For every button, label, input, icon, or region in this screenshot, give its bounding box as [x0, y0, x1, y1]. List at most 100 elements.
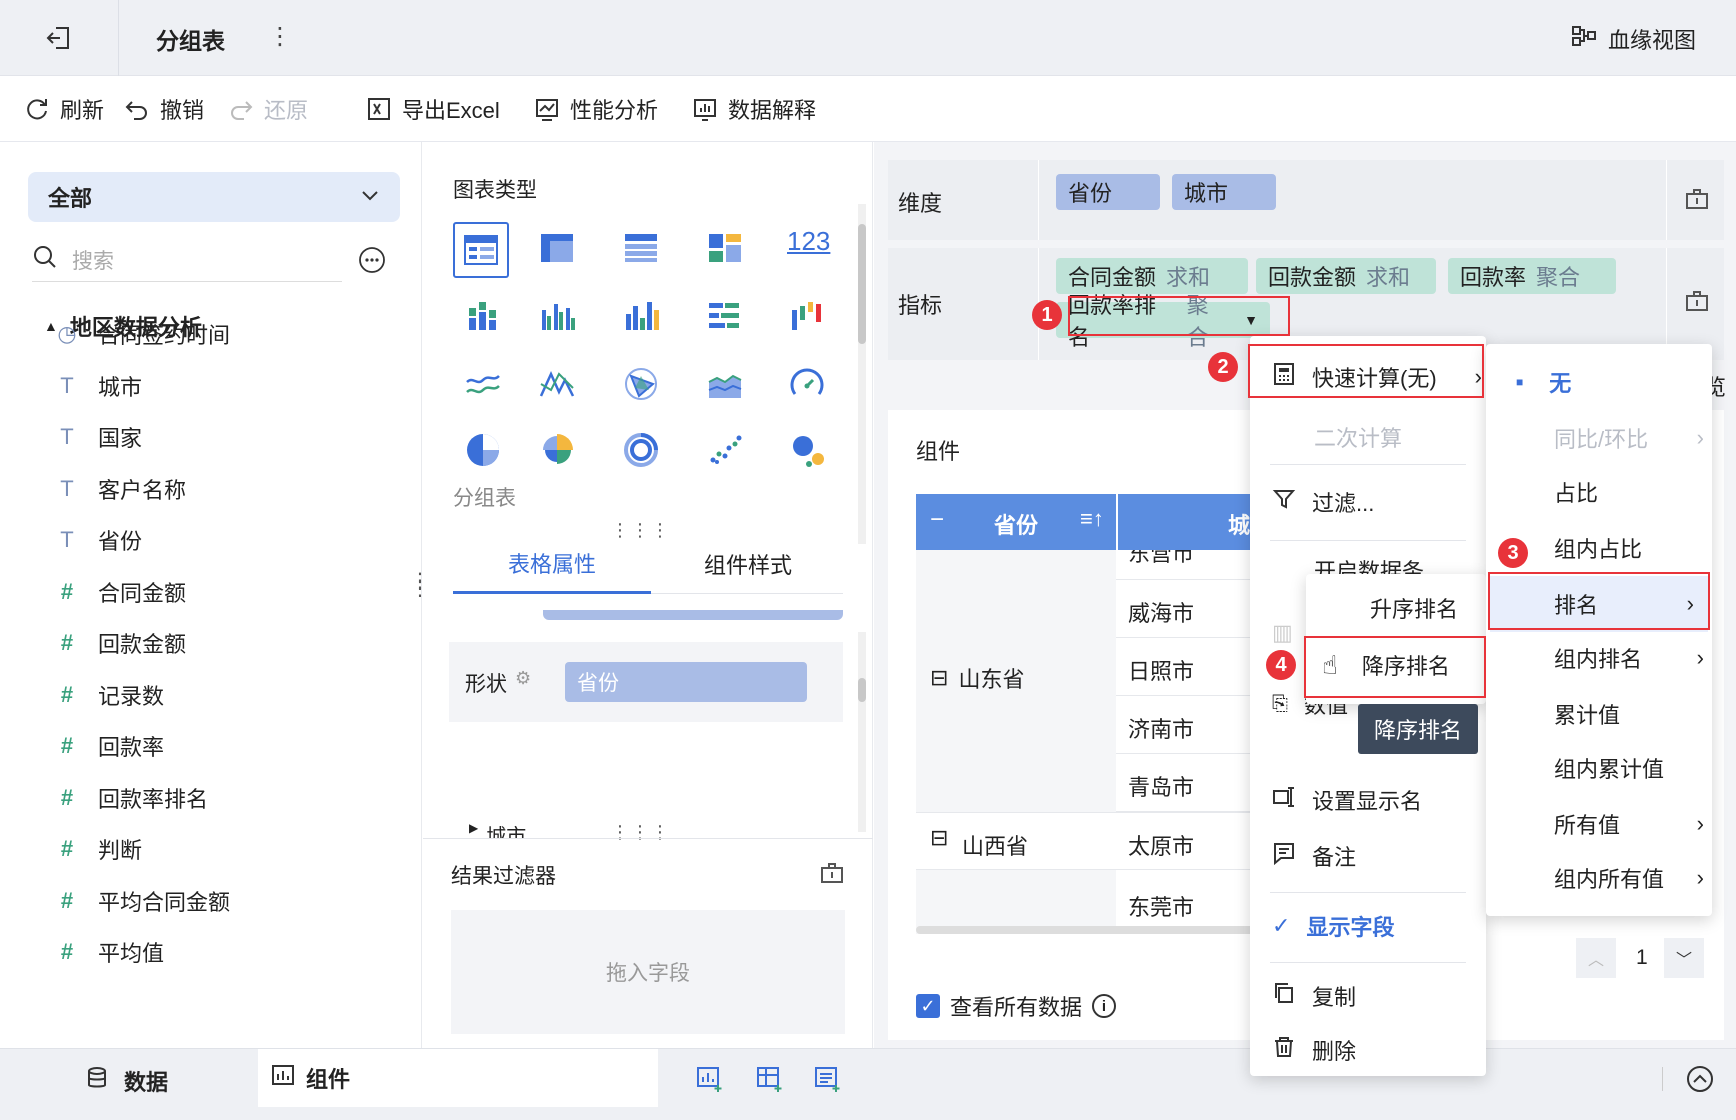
- line-type-icon[interactable]: [463, 364, 507, 408]
- field-item[interactable]: # 回款率: [54, 726, 164, 766]
- scatter-type-icon[interactable]: [705, 430, 749, 474]
- menu-group-cumulative[interactable]: 组内累计值: [1554, 748, 1664, 788]
- ring-type-icon[interactable]: [621, 430, 665, 474]
- field-item[interactable]: # 回款金额: [54, 623, 186, 663]
- view-all-checkbox[interactable]: ✓ 查看所有数据 i: [916, 990, 1117, 1022]
- grouped-column-type-icon[interactable]: [537, 296, 581, 340]
- multi-line-type-icon[interactable]: [537, 364, 581, 408]
- city-node[interactable]: ▶ 城市: [469, 818, 526, 838]
- collapse-icon[interactable]: ⊟: [930, 665, 948, 691]
- data-bar-icon: ▥: [1272, 620, 1293, 645]
- field-item[interactable]: # 平均值: [54, 932, 164, 972]
- exit-icon[interactable]: [44, 22, 76, 54]
- undo-button[interactable]: 撤销: [124, 76, 204, 142]
- crosstab-type-icon[interactable]: [537, 228, 581, 272]
- bar-type-icon[interactable]: [705, 296, 749, 340]
- pie-type-icon[interactable]: [463, 430, 507, 474]
- tab-component[interactable]: 组件: [258, 1049, 658, 1107]
- menu-filter[interactable]: 过滤...: [1272, 482, 1374, 522]
- field-item[interactable]: T 国家: [54, 417, 142, 457]
- redo-icon: [231, 101, 253, 120]
- dashboard-type-icon[interactable]: [705, 228, 749, 272]
- metric-pill-payment-rate[interactable]: 回款率 聚合: [1448, 258, 1616, 294]
- collapse-up-icon[interactable]: [1686, 1065, 1714, 1098]
- menu-data-bar[interactable]: 开启数据条: [1314, 554, 1424, 574]
- scope-select[interactable]: 全部: [28, 172, 400, 222]
- shape-field-pill[interactable]: 省份: [565, 662, 807, 702]
- result-filter-settings-icon[interactable]: [819, 860, 845, 891]
- menu-none[interactable]: ■ 无: [1516, 362, 1571, 402]
- menu-ratio[interactable]: 占比: [1554, 472, 1598, 512]
- performance-analysis-button[interactable]: 性能分析: [534, 76, 658, 142]
- field-item[interactable]: # 合同金额: [54, 572, 186, 612]
- radar-type-icon[interactable]: [621, 364, 665, 408]
- menu-cumulative[interactable]: 累计值: [1554, 694, 1620, 734]
- collapse-icon[interactable]: ⊟: [930, 825, 948, 851]
- data-explain-button[interactable]: 数据解释: [692, 76, 816, 142]
- refresh-button[interactable]: 刷新: [24, 76, 104, 142]
- collapse-icon[interactable]: −: [930, 506, 944, 534]
- detail-table-type-icon[interactable]: [621, 228, 665, 272]
- clock-icon: ◷: [57, 321, 77, 346]
- field-item[interactable]: # 回款率排名: [54, 778, 208, 818]
- view-all-label: 查看所有数据: [950, 995, 1083, 1020]
- add-table-icon[interactable]: [814, 1065, 842, 1098]
- export-excel-button[interactable]: 导出Excel: [366, 76, 500, 142]
- more-icon[interactable]: ⋮: [268, 22, 292, 51]
- menu-all-values[interactable]: 所有值 ›: [1554, 804, 1704, 844]
- page-down-button[interactable]: ﹀: [1664, 938, 1704, 978]
- field-item[interactable]: # 记录数: [54, 675, 164, 715]
- field-item[interactable]: T 客户名称: [54, 469, 186, 509]
- chevron-right-icon: ›: [1696, 425, 1704, 450]
- menu-group-ratio[interactable]: 组内占比: [1554, 528, 1642, 568]
- menu-label: 复制: [1312, 985, 1357, 1010]
- search-field[interactable]: 搜索: [32, 238, 342, 282]
- field-item[interactable]: # 平均合同金额: [54, 881, 230, 921]
- info-icon[interactable]: i: [1092, 994, 1117, 1018]
- add-chart-icon[interactable]: [696, 1065, 724, 1098]
- more-options-icon[interactable]: [358, 246, 386, 274]
- menu-group-rank[interactable]: 组内排名 ›: [1554, 638, 1704, 678]
- menu-yoy[interactable]: 同比/环比 ›: [1554, 418, 1704, 458]
- stacked-column-type-icon[interactable]: [463, 296, 507, 340]
- tab-table-properties[interactable]: 表格属性: [453, 534, 651, 594]
- dimension-pill-city[interactable]: 城市: [1172, 174, 1276, 210]
- result-filter-drop-zone[interactable]: 拖入字段: [451, 910, 845, 1034]
- drag-handle[interactable]: ⋮⋮⋮: [611, 822, 671, 843]
- waterfall-type-icon[interactable]: [787, 296, 831, 340]
- menu-show-field[interactable]: ✓ 显示字段: [1272, 906, 1394, 946]
- step-badge-4: 4: [1266, 650, 1296, 680]
- field-item[interactable]: T 城市: [54, 366, 142, 406]
- menu-secondary-calc[interactable]: 二次计算: [1314, 412, 1402, 462]
- tab-data[interactable]: 数据: [84, 1065, 168, 1097]
- rose-type-icon[interactable]: [537, 430, 581, 474]
- tab-component-style[interactable]: 组件样式: [651, 534, 845, 594]
- redo-button[interactable]: 还原: [228, 76, 308, 142]
- menu-group-all-values[interactable]: 组内所有值 ›: [1554, 858, 1704, 898]
- menu-ascending-rank[interactable]: 升序排名: [1370, 584, 1458, 632]
- add-crosstab-icon[interactable]: [756, 1065, 784, 1098]
- dimension-pill-province[interactable]: 省份: [1056, 174, 1160, 210]
- group-table-type-icon[interactable]: [453, 222, 509, 278]
- sort-icon[interactable]: ≡↑: [1080, 506, 1104, 532]
- page-up-button[interactable]: ︿: [1576, 938, 1616, 978]
- field-item[interactable]: T 省份: [54, 520, 142, 560]
- lineage-view-button[interactable]: 血缘视图: [1570, 22, 1696, 56]
- gear-icon[interactable]: ⚙: [515, 668, 531, 689]
- metric-pill-payment-amount[interactable]: 回款金额 求和: [1256, 258, 1436, 294]
- field-item[interactable]: ◷ 合同签约时间: [54, 314, 230, 354]
- property-scrollbar[interactable]: [858, 632, 866, 832]
- menu-copy[interactable]: 复制: [1272, 976, 1356, 1016]
- menu-delete[interactable]: 删除: [1272, 1030, 1356, 1070]
- chart-grid-scrollbar[interactable]: [858, 204, 866, 544]
- column-type-icon[interactable]: [621, 296, 665, 340]
- bubble-type-icon[interactable]: [787, 430, 831, 474]
- field-item[interactable]: # 判断: [54, 829, 142, 869]
- gauge-type-icon[interactable]: [787, 364, 831, 408]
- menu-set-display-name[interactable]: 设置显示名: [1272, 780, 1422, 820]
- metric-settings-icon[interactable]: [1684, 288, 1710, 319]
- area-type-icon[interactable]: [705, 364, 749, 408]
- kpi-type-icon[interactable]: 123: [787, 226, 831, 270]
- menu-remark[interactable]: 备注: [1272, 836, 1356, 876]
- dimension-settings-icon[interactable]: [1684, 186, 1710, 217]
